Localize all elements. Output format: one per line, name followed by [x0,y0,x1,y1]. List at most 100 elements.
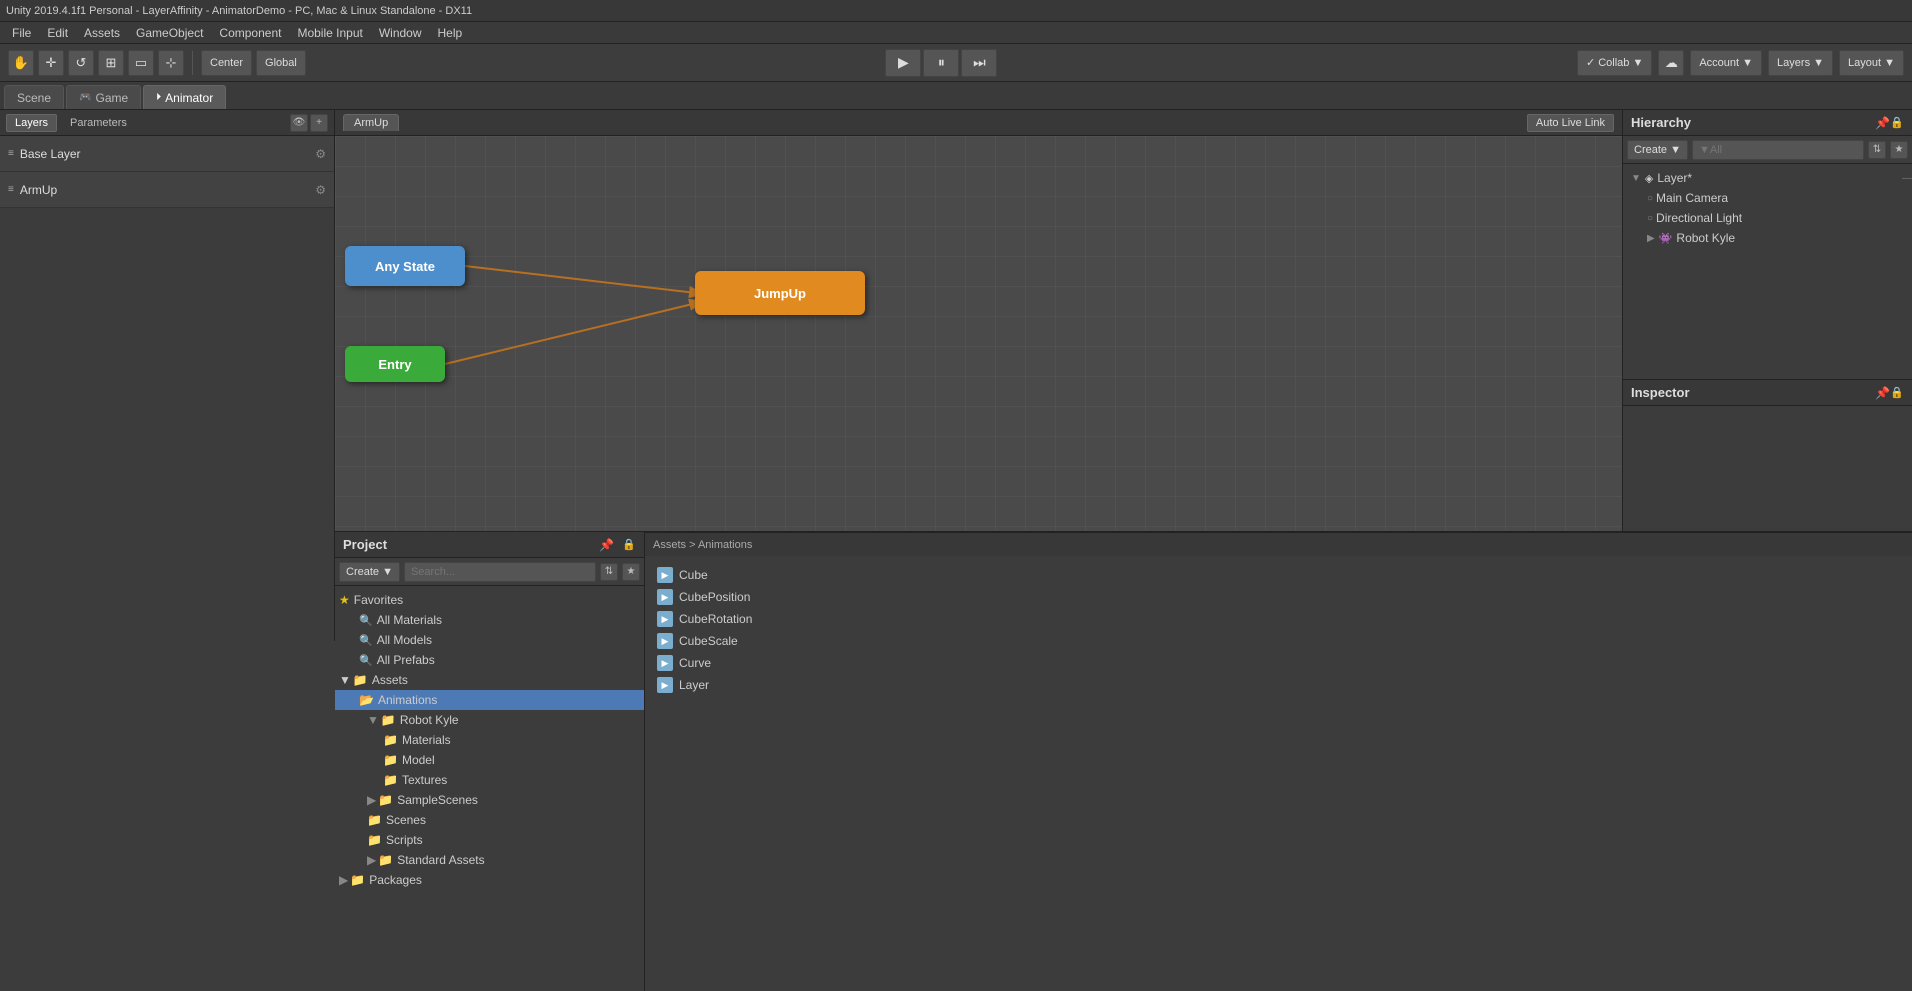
layers-btn[interactable]: Layers ▼ [1768,50,1833,76]
tree-item-dir-light[interactable]: ○ Directional Light [1623,208,1912,228]
standard-assets-folder-icon: 📁 [378,853,393,867]
sample-scenes-folder-icon: 📁 [378,793,393,807]
project-create-btn[interactable]: Create ▼ [339,562,400,582]
hierarchy-tree: ▼ ◈ Layer* — ○ Main Camera ○ Directional… [1623,164,1912,379]
tree-item-main-camera[interactable]: ○ Main Camera [1623,188,1912,208]
robot-kyle-item[interactable]: ▼ 📁 Robot Kyle [335,710,644,730]
all-materials-search-icon: 🔍 [359,614,373,627]
all-models-search-icon: 🔍 [359,634,373,647]
inspector-pin-icon[interactable]: 📌 [1875,386,1890,400]
proj-filter-btn[interactable]: ★ [622,563,640,581]
all-models-label: All Models [377,633,432,647]
menu-window[interactable]: Window [371,26,430,40]
materials-label: Materials [402,733,451,747]
textures-folder-icon: 📁 [383,773,398,787]
standard-assets-label: Standard Assets [397,853,484,867]
model-item[interactable]: 📁 Model [335,750,644,770]
jumpup-node[interactable]: JumpUp [695,271,865,315]
packages-root[interactable]: ▶ 📁 Packages [335,870,644,890]
menu-help[interactable]: Help [430,26,471,40]
cloud-btn[interactable]: ☁ [1658,50,1684,76]
layers-label: Layers ▼ [1777,57,1824,69]
bottom-area: Project 📌 🔒 Create ▼ ⇅ ★ ★ Favorites 🔍 A… [335,531,1912,991]
hierarchy-search[interactable] [1692,140,1864,160]
animator-tab-icon: ⏵ [156,92,161,103]
play-btn[interactable]: ▶ [885,49,921,77]
menu-mobile-input[interactable]: Mobile Input [289,26,370,40]
asset-cube-scale[interactable]: ▶ CubeScale [653,630,1904,652]
tab-scene[interactable]: Scene [4,85,64,109]
hier-filter-btn[interactable]: ★ [1890,141,1908,159]
menu-file[interactable]: File [4,26,39,40]
asset-cube-rotation[interactable]: ▶ CubeRotation [653,608,1904,630]
any-state-node[interactable]: Any State [345,246,465,286]
move-tool-btn[interactable]: ✛ [38,50,64,76]
hier-sort-btn[interactable]: ⇅ [1868,141,1886,159]
entry-label: Entry [378,357,411,372]
eye-icon-btn[interactable]: 👁 [290,114,308,132]
entry-node[interactable]: Entry [345,346,445,382]
hand-tool-btn[interactable]: ✋ [8,50,34,76]
project-assets-list: ▶ Cube ▶ CubePosition ▶ CubeRotation ▶ C… [645,556,1912,991]
hierarchy-create-btn[interactable]: Create ▼ [1627,140,1688,160]
sample-scenes-item[interactable]: ▶ 📁 SampleScenes [335,790,644,810]
center-btn[interactable]: Center [201,50,252,76]
materials-item[interactable]: 📁 Materials [335,730,644,750]
all-models-item[interactable]: 🔍 All Models [335,630,644,650]
menu-gameobject[interactable]: GameObject [128,26,211,40]
asset-cube[interactable]: ▶ Cube [653,564,1904,586]
custom-tool-btn[interactable]: ⊹ [158,50,184,76]
menu-assets[interactable]: Assets [76,26,128,40]
tab-animator[interactable]: ⏵ Animator [143,85,226,109]
project-lock-icon[interactable]: 🔒 [622,538,636,551]
asset-layer[interactable]: ▶ Layer [653,674,1904,696]
armup-layer-gear-icon[interactable]: ⚙ [315,183,326,197]
tree-item-layer[interactable]: ▼ ◈ Layer* — [1623,168,1912,188]
animations-item[interactable]: 📂 Animations [335,690,644,710]
scenes-item[interactable]: 📁 Scenes [335,810,644,830]
auto-live-link-btn[interactable]: Auto Live Link [1527,114,1614,132]
layout-btn[interactable]: Layout ▼ [1839,50,1904,76]
base-layer-item[interactable]: ≡ Base Layer ⚙ [0,136,334,172]
scale-tool-btn[interactable]: ⊞ [98,50,124,76]
add-layer-btn[interactable]: + [310,114,328,132]
all-materials-item[interactable]: 🔍 All Materials [335,610,644,630]
scripts-item[interactable]: 📁 Scripts [335,830,644,850]
proj-sort-btn[interactable]: ⇅ [600,563,618,581]
tree-item-robot-kyle[interactable]: ▶ 👾 Robot Kyle [1623,228,1912,248]
asset-cube-position[interactable]: ▶ CubePosition [653,586,1904,608]
project-header: Project 📌 🔒 [335,532,644,558]
account-btn[interactable]: Account ▼ [1690,50,1762,76]
menu-component[interactable]: Component [211,26,289,40]
collab-checkmark: ✓ [1586,56,1595,69]
project-search[interactable] [404,562,596,582]
cube-scale-asset-icon: ▶ [657,633,673,649]
tab-game[interactable]: 🎮 Game [66,85,141,109]
assets-root[interactable]: ▼ 📁 Assets [335,670,644,690]
inspector-lock-icon[interactable]: 🔒 [1890,386,1904,399]
base-layer-gear-icon[interactable]: ⚙ [315,147,326,161]
step-btn[interactable]: ⏭ [961,49,997,77]
rotate-tool-btn[interactable]: ↺ [68,50,94,76]
all-prefabs-item[interactable]: 🔍 All Prefabs [335,650,644,670]
project-pin-icon[interactable]: 📌 [599,538,614,552]
layers-tab[interactable]: Layers [6,114,57,132]
parameters-tab[interactable]: Parameters [61,114,136,132]
standard-assets-item[interactable]: ▶ 📁 Standard Assets [335,850,644,870]
pause-btn[interactable]: ⏸ [923,49,959,77]
inspector-header: Inspector 📌 🔒 [1623,380,1912,406]
rect-tool-btn[interactable]: ▭ [128,50,154,76]
asset-curve[interactable]: ▶ Curve [653,652,1904,674]
menu-edit[interactable]: Edit [39,26,76,40]
eq-icon: ≡ [8,148,14,159]
collab-btn[interactable]: ✓ Collab ▼ [1577,50,1652,76]
animator-armup-tab[interactable]: ArmUp [343,114,399,131]
cube-rot-asset-icon: ▶ [657,611,673,627]
armup-layer-item[interactable]: ≡ ArmUp ⚙ [0,172,334,208]
global-btn[interactable]: Global [256,50,306,76]
textures-item[interactable]: 📁 Textures [335,770,644,790]
favorites-header[interactable]: ★ Favorites [335,590,644,610]
hierarchy-pin-icon[interactable]: 📌 [1875,116,1890,130]
hierarchy-lock-icon[interactable]: 🔒 [1890,116,1904,129]
game-tab-label: Game [95,91,128,105]
